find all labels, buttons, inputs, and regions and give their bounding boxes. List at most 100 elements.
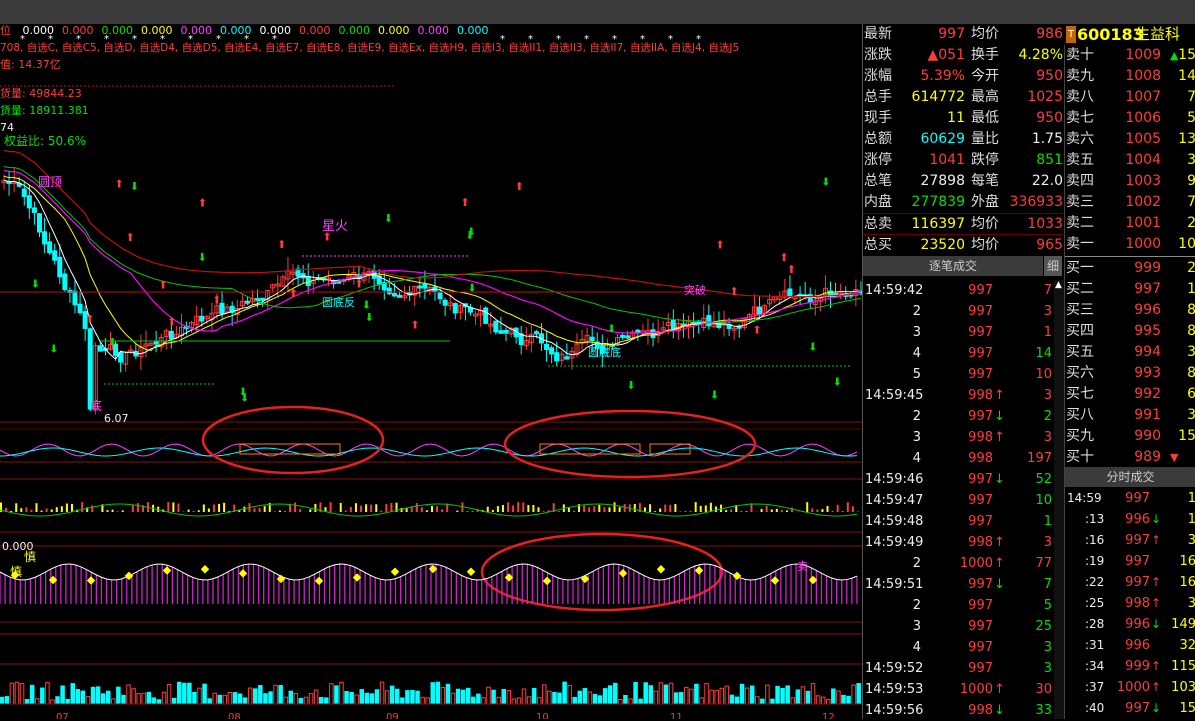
- up-arrow-icon: ⬆: [515, 180, 524, 193]
- bid-row[interactable]: 买二9971: [1065, 279, 1195, 300]
- volume-bar: [56, 697, 60, 704]
- quote-value: 965: [863, 235, 1063, 256]
- tick-volume: 197: [863, 448, 1052, 469]
- indicator-mark: 位: [0, 24, 11, 37]
- table-row: 29973: [863, 301, 1063, 322]
- indicator-bar: [25, 507, 27, 512]
- indicator-bar: [330, 502, 332, 512]
- kline-chart-area[interactable]: ******************⬆⬇⬆⬆⬆⬇⬇⬆⬇⬇⬆⬇⬇⬆⬇⬇⬆⬇⬆⬇⬇⬆…: [0, 24, 862, 719]
- volume-bar: [25, 700, 29, 704]
- indicator-bar: [786, 510, 788, 512]
- ask-row[interactable]: 卖二10012: [1065, 213, 1195, 234]
- candle-body: [301, 274, 305, 278]
- volume-bar: [578, 691, 582, 704]
- indicator-bar: [66, 503, 68, 512]
- indicator-bar: [309, 509, 311, 512]
- ask-row[interactable]: 卖七10065: [1065, 108, 1195, 129]
- indicator-bar: [375, 504, 377, 512]
- indicator-bar: [593, 506, 595, 512]
- volume-bar: [512, 699, 516, 704]
- indicator-bar: [674, 504, 676, 512]
- ask-row[interactable]: 卖一100010: [1065, 234, 1195, 255]
- candle-body: [306, 277, 310, 286]
- minute-trade-row: :3199632: [1065, 635, 1195, 656]
- volume-bar: [679, 693, 683, 704]
- volume-bar: [35, 699, 39, 704]
- stock-code: 600183: [1077, 24, 1144, 45]
- quote-row: 总卖116397均价1033: [863, 213, 1063, 235]
- indicator-bar: [598, 505, 600, 512]
- minute-volume: 3: [1065, 593, 1195, 614]
- table-row: 14:59:529973: [863, 658, 1063, 679]
- tick-volume: 7: [863, 280, 1052, 301]
- ticks-detail-button[interactable]: 细: [1044, 256, 1062, 276]
- ask-row[interactable]: 卖三10027: [1065, 192, 1195, 213]
- volume-bar: [558, 693, 562, 704]
- indicator-bar: [20, 508, 22, 512]
- bid-row[interactable]: 买十989▼: [1065, 447, 1195, 468]
- minute-volume: 32: [1065, 635, 1195, 656]
- volume-bar: [715, 690, 719, 704]
- minute-volume: 149: [1065, 614, 1195, 635]
- tick-volume: 14: [863, 343, 1052, 364]
- ask-row[interactable]: 卖五10043: [1065, 150, 1195, 171]
- volume-bar: [847, 696, 851, 704]
- float-volume-1: 货量: 49844.23: [0, 87, 82, 100]
- volume-bar: [619, 699, 623, 704]
- indicator-bar: [411, 507, 413, 512]
- chart-canvas[interactable]: ******************⬆⬇⬆⬆⬆⬇⬇⬆⬇⬇⬆⬇⬇⬆⬇⬇⬆⬇⬆⬇⬇⬆…: [0, 24, 862, 719]
- bid-row[interactable]: 买八9913: [1065, 405, 1195, 426]
- indicator-bar: [659, 508, 661, 512]
- stock-title[interactable]: T 600183 生益科: [1065, 24, 1195, 45]
- table-row: 499714: [863, 343, 1063, 364]
- candle-body: [534, 332, 538, 334]
- indicator-bar: [132, 505, 134, 512]
- bid-row[interactable]: 买一9992: [1065, 258, 1195, 279]
- bid-row[interactable]: 买六9938: [1065, 363, 1195, 384]
- table-row: 14:59:56998↓33: [863, 700, 1063, 721]
- minute-volume: 1: [1065, 488, 1195, 509]
- volume-bar: [750, 686, 754, 704]
- down-arrow-icon: ⬇: [49, 343, 58, 356]
- ticks-tab[interactable]: 逐笔成交: [863, 256, 1043, 276]
- ask-row[interactable]: 卖八10077: [1065, 87, 1195, 108]
- bid-row[interactable]: 买五9943: [1065, 342, 1195, 363]
- minute-trades-tab[interactable]: 分时成交: [1065, 467, 1195, 487]
- volume-bar: [497, 697, 501, 704]
- volume-bar: [167, 685, 171, 704]
- indicator-bar: [167, 502, 169, 512]
- volume-bar: [568, 685, 572, 704]
- quote-row: 涨停1041跌停851: [863, 150, 1063, 171]
- bid-row[interactable]: 买七9926: [1065, 384, 1195, 405]
- annotation-break: 突破: [684, 284, 706, 297]
- volume-bar: [857, 683, 861, 704]
- bid-row[interactable]: 买三9968: [1065, 300, 1195, 321]
- month-label-09: 09: [386, 711, 399, 719]
- indicator-bar: [350, 507, 352, 512]
- bid-row[interactable]: 买四9958: [1065, 321, 1195, 342]
- ask-row[interactable]: 卖四10039: [1065, 171, 1195, 192]
- tick-volume: 3: [863, 532, 1052, 553]
- indicator-bar: [695, 502, 697, 512]
- zero-value: 0.000: [299, 24, 331, 37]
- volume-bar: [487, 687, 491, 704]
- volume-bar: [827, 699, 831, 704]
- ask-row[interactable]: 卖十1009▲15: [1065, 45, 1195, 66]
- indicator-bar: [614, 502, 616, 512]
- indicator-bar: [81, 502, 83, 512]
- up-arrow-icon: ⬆: [715, 238, 724, 251]
- ask-row[interactable]: 卖六100513: [1065, 129, 1195, 150]
- ask-row[interactable]: 卖九100814: [1065, 66, 1195, 87]
- minute-volume: 16: [1065, 551, 1195, 572]
- indicator-bar: [725, 510, 727, 512]
- quote-value: 336933: [863, 192, 1063, 213]
- indicator-bar: [487, 507, 489, 512]
- table-row: 3998↑3: [863, 427, 1063, 448]
- ma20-line: [4, 170, 861, 333]
- tick-volume: 33: [863, 700, 1052, 721]
- volume-bar: [806, 691, 810, 704]
- bid-row[interactable]: 买九99015: [1065, 426, 1195, 447]
- volume-bar: [183, 683, 187, 704]
- volume-bar: [472, 697, 476, 704]
- down-arrow-icon: ⬇: [31, 277, 40, 290]
